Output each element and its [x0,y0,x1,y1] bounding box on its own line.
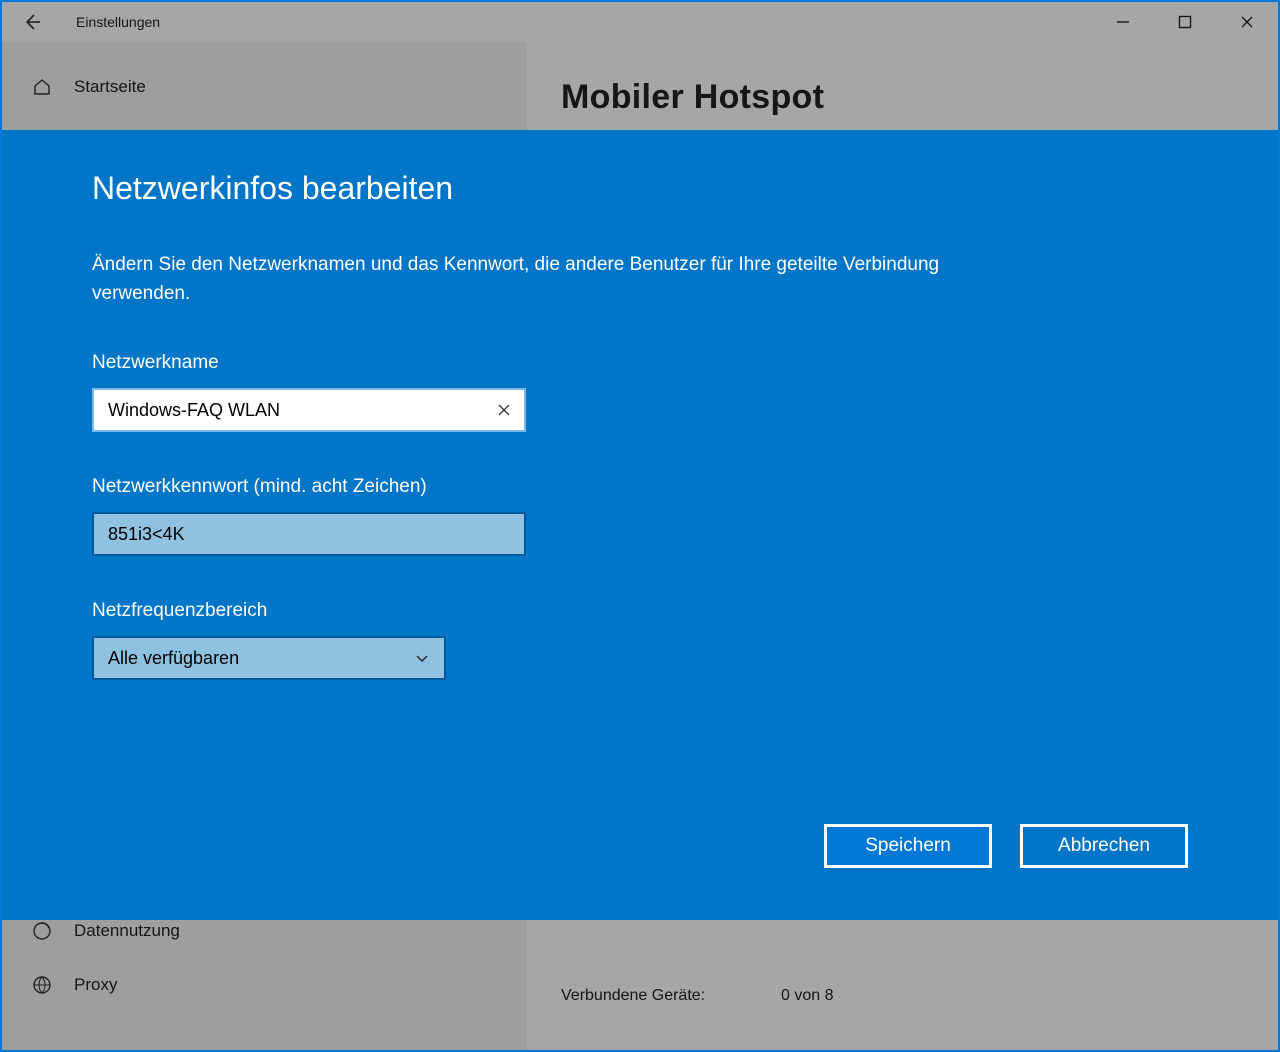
dialog-description: Ändern Sie den Netzwerknamen und das Ken… [92,251,992,308]
settings-window: Einstellungen Startseite Datennutzung [0,0,1280,1052]
edit-network-info-dialog: Netzwerkinfos bearbeiten Ändern Sie den … [2,130,1278,920]
dialog-actions: Speichern Abbrechen [824,824,1188,868]
frequency-band-value: Alle verfügbaren [108,648,239,669]
chevron-down-icon [414,650,430,666]
dialog-title: Netzwerkinfos bearbeiten [92,170,1188,207]
cancel-button-label: Abbrechen [1058,835,1150,857]
network-name-input[interactable] [92,388,526,432]
network-name-input-wrap [92,388,526,432]
clear-input-button[interactable] [482,388,526,432]
network-password-label: Netzwerkkennwort (mind. acht Zeichen) [92,476,1188,498]
frequency-band-label: Netzfrequenzbereich [92,600,1188,622]
save-button-label: Speichern [865,835,951,857]
network-name-label: Netzwerkname [92,352,1188,374]
clear-x-icon [497,403,511,417]
network-password-input[interactable]: 851i3<4K [92,512,526,556]
network-password-value: 851i3<4K [108,524,185,545]
save-button[interactable]: Speichern [824,824,992,868]
cancel-button[interactable]: Abbrechen [1020,824,1188,868]
frequency-band-select[interactable]: Alle verfügbaren [92,636,446,680]
